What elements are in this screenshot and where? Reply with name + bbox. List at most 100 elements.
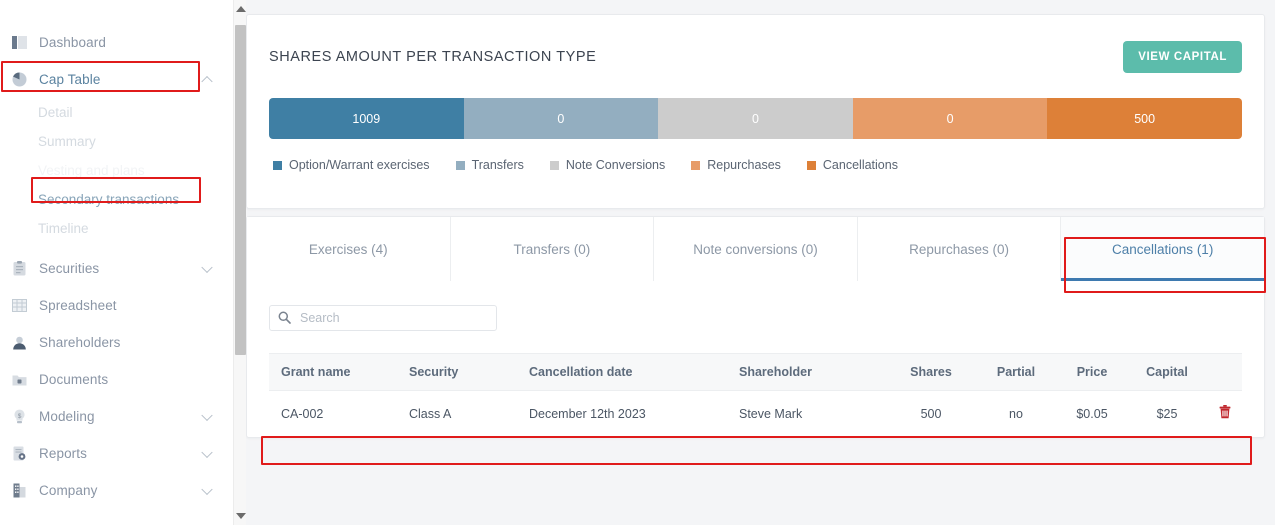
shares-stacked-bar: 1009 0 0 0 500 [269, 98, 1242, 139]
column-header-shareholder[interactable]: Shareholder [739, 353, 887, 391]
bar-segment-note-conversions: 0 [658, 98, 853, 139]
cell-security: Class A [409, 390, 529, 437]
tab-label: Note conversions (0) [693, 241, 818, 257]
building-icon [9, 481, 29, 501]
dashboard-icon [9, 33, 29, 53]
tab-note-conversions[interactable]: Note conversions (0) [654, 217, 858, 281]
scroll-up-arrow-icon[interactable] [234, 2, 247, 16]
cell-shareholder: Steve Mark [739, 390, 887, 437]
scroll-down-arrow-icon[interactable] [234, 509, 247, 523]
page-title: SHARES AMOUNT PER TRANSACTION TYPE [269, 49, 597, 65]
bar-segment-value: 0 [946, 111, 954, 126]
sidebar-item-shareholders[interactable]: Shareholders [0, 324, 233, 361]
chevron-down-icon[interactable] [201, 483, 213, 495]
legend-label: Option/Warrant exercises [289, 158, 430, 172]
sidebar-item-vesting-and-plans[interactable]: Vesting and plans [0, 156, 233, 185]
transactions-card: Exercises (4) Transfers (0) Note convers… [246, 216, 1265, 438]
sidebar-item-secondary-transactions[interactable]: Secondary transactions [0, 185, 233, 214]
sidebar-item-securities[interactable]: Securities [0, 250, 233, 287]
legend-item-note-conversions: Note Conversions [549, 158, 666, 172]
scrollbar-thumb[interactable] [235, 25, 246, 355]
sidebar-item-spreadsheet[interactable]: Spreadsheet [0, 287, 233, 324]
sidebar-scrollbar[interactable] [233, 0, 246, 525]
cell-shares: 500 [887, 390, 975, 437]
sidebar-item-dashboard[interactable]: Dashboard [0, 24, 233, 61]
column-header-price[interactable]: Price [1057, 353, 1127, 391]
sidebar-item-company[interactable]: Company [0, 472, 233, 509]
sidebar-item-modeling[interactable]: $ Modeling [0, 398, 233, 435]
sidebar-subitem-label: Summary [38, 134, 96, 149]
cancellations-table: Grant name Security Cancellation date Sh… [269, 353, 1242, 437]
sidebar-item-label: Reports [39, 446, 87, 461]
tab-transfers[interactable]: Transfers (0) [450, 217, 655, 281]
tab-label: Repurchases (0) [909, 241, 1009, 257]
column-header-security[interactable]: Security [409, 353, 529, 391]
table-row[interactable]: CA-002 Class A December 12th 2023 Steve … [269, 390, 1242, 437]
sidebar: Dashboard Cap Table Detail Summary Vesti… [0, 0, 233, 525]
cell-capital: $25 [1127, 390, 1207, 437]
chevron-down-icon[interactable] [201, 409, 213, 421]
table-body: CA-002 Class A December 12th 2023 Steve … [269, 390, 1242, 437]
search-input[interactable] [269, 305, 497, 331]
sidebar-subitem-label: Secondary transactions [38, 192, 180, 207]
tab-label: Cancellations (1) [1112, 241, 1214, 257]
sidebar-item-documents[interactable]: Documents [0, 361, 233, 398]
search-container [269, 305, 497, 331]
lightbulb-icon: $ [9, 407, 29, 427]
svg-text:$: $ [17, 413, 21, 420]
tab-label: Transfers (0) [513, 241, 591, 257]
main-content: SHARES AMOUNT PER TRANSACTION TYPE VIEW … [233, 0, 1275, 525]
sidebar-item-detail[interactable]: Detail [0, 98, 233, 127]
cancellations-panel: Grant name Security Cancellation date Sh… [247, 281, 1264, 437]
legend-item-option-warrant-exercises: Option/Warrant exercises [273, 158, 430, 172]
column-header-partial[interactable]: Partial [975, 353, 1057, 391]
sidebar-item-cap-table[interactable]: Cap Table [0, 61, 233, 98]
sidebar-subitem-label: Timeline [38, 221, 89, 236]
bar-segment-transfers: 0 [463, 98, 659, 139]
legend-label: Transfers [471, 158, 524, 172]
tab-cancellations[interactable]: Cancellations (1) [1061, 217, 1264, 281]
tab-repurchases[interactable]: Repurchases (0) [857, 217, 1062, 281]
person-icon [9, 333, 29, 353]
column-header-capital[interactable]: Capital [1127, 353, 1207, 391]
grid-icon [9, 296, 29, 316]
tab-exercises[interactable]: Exercises (4) [247, 217, 451, 281]
report-icon [9, 444, 29, 464]
card-header: SHARES AMOUNT PER TRANSACTION TYPE VIEW … [269, 15, 1242, 73]
sidebar-item-label: Dashboard [39, 35, 106, 50]
bar-segment-repurchases: 0 [852, 98, 1048, 139]
legend-item-repurchases: Repurchases [691, 158, 781, 172]
cell-actions [1207, 390, 1242, 437]
delete-icon[interactable] [1219, 405, 1231, 422]
chevron-down-icon[interactable] [201, 261, 213, 273]
legend-item-transfers: Transfers [455, 158, 524, 172]
clipboard-icon [9, 259, 29, 279]
cap-table-subnav: Detail Summary Vesting and plans Seconda… [0, 98, 233, 243]
chevron-up-icon[interactable] [201, 75, 213, 87]
column-header-cancellation-date[interactable]: Cancellation date [529, 353, 739, 391]
sidebar-item-label: Documents [39, 372, 109, 387]
legend-label: Note Conversions [565, 158, 666, 172]
column-header-grant-name[interactable]: Grant name [269, 353, 409, 391]
sidebar-item-reports[interactable]: Reports [0, 435, 233, 472]
legend-label: Repurchases [707, 158, 781, 172]
sidebar-item-summary[interactable]: Summary [0, 127, 233, 156]
chevron-down-icon[interactable] [201, 446, 213, 458]
bar-segment-cancellations: 500 [1047, 98, 1242, 139]
sidebar-item-timeline[interactable]: Timeline [0, 214, 233, 243]
column-header-actions [1207, 353, 1242, 391]
view-capital-button[interactable]: VIEW CAPITAL [1123, 41, 1242, 73]
sidebar-item-label: Modeling [39, 409, 95, 424]
column-header-shares[interactable]: Shares [887, 353, 975, 391]
transaction-tabs: Exercises (4) Transfers (0) Note convers… [247, 217, 1264, 281]
bar-segment-option-warrant-exercises: 1009 [269, 98, 464, 139]
sidebar-item-label: Spreadsheet [39, 298, 117, 313]
legend-swatch-icon [549, 160, 559, 170]
legend-label: Cancellations [822, 158, 898, 172]
bar-segment-value: 0 [557, 111, 565, 126]
cell-price: $0.05 [1057, 390, 1127, 437]
tab-label: Exercises (4) [308, 241, 388, 257]
chart-legend: Option/Warrant exercises Transfers Note … [269, 158, 1242, 172]
folder-lock-icon [9, 370, 29, 390]
legend-item-cancellations: Cancellations [806, 158, 898, 172]
